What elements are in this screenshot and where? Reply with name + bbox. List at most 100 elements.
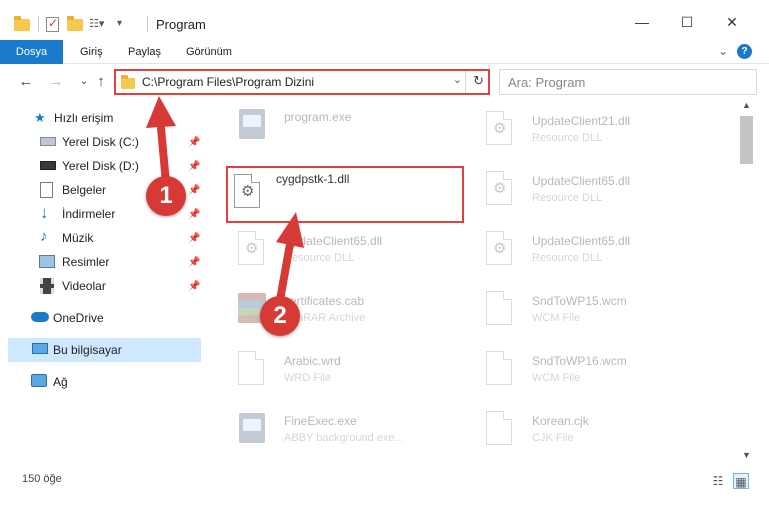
refresh-icon[interactable]: ↻ (473, 73, 484, 89)
sidebar-item-label: Müzik (62, 231, 94, 245)
list-item-arabic-wrd[interactable]: Arabic.wrd WRD File (218, 346, 458, 400)
sidebar-item-label: Ağ (53, 375, 68, 389)
file-name: Korean.cjk (532, 414, 589, 428)
dll-gear-icon: ⚙ (484, 231, 514, 269)
pin-icon[interactable]: 📌 (188, 161, 200, 172)
minimize-button[interactable]: — (634, 14, 650, 30)
list-item-sndtowp15-wcm[interactable]: SndToWP15.wcm WCM File (466, 286, 706, 340)
list-item-program-exe[interactable]: program.exe (218, 102, 458, 156)
sidebar-item-network[interactable]: Ağ (0, 370, 210, 394)
details-view-icon[interactable]: ☷ (710, 473, 726, 489)
drive-icon (40, 137, 56, 146)
address-path[interactable]: C:\Program Files\Program Dizini (142, 75, 314, 89)
file-type: Resource DLL (284, 252, 355, 264)
music-note-icon: ♪ (40, 228, 48, 245)
new-folder-icon[interactable] (67, 16, 83, 32)
up-arrow-icon[interactable]: ↑ (91, 72, 111, 92)
folder-icon (14, 16, 30, 32)
help-icon[interactable]: ? (737, 44, 752, 59)
list-item-updateclient65-dll[interactable]: ⚙ UpdateClient65.dll Resource DLL (466, 166, 706, 220)
sidebar-item-videos[interactable]: Videolar 📌 (0, 274, 210, 298)
file-type: Resource DLL (532, 192, 603, 204)
list-item-certificates-cab[interactable]: certificates.cab WinRAR Archive (218, 286, 458, 340)
file-list: program.exe ⚙ cygdpstk-1.dll ⚙ UpdateCli… (210, 100, 738, 464)
close-button[interactable]: ✕ (724, 14, 740, 30)
list-item-korean-cjk[interactable]: Korean.cjk CJK File (466, 406, 706, 460)
large-icons-view-icon[interactable]: ▦ (733, 473, 749, 489)
scroll-up-icon[interactable]: ▲ (738, 100, 755, 114)
list-item-updateclient65-dll[interactable]: ⚙ UpdateClient65.dll Resource DLL (218, 226, 458, 280)
scrollbar-thumb[interactable] (740, 116, 753, 164)
ribbon-tabs: Dosya Giriş Paylaş Görünüm ⌄ ? (0, 40, 769, 94)
file-name: SndToWP15.wcm (532, 294, 627, 308)
search-box[interactable]: Ara: Program (499, 69, 757, 95)
scroll-down-icon[interactable]: ▼ (738, 450, 755, 464)
pin-icon[interactable]: 📌 (188, 137, 200, 148)
customize-dropdown-icon[interactable]: ▾ (117, 16, 133, 32)
list-item-fineexec-exe[interactable]: FineExec.exe ABBY background exe... (218, 406, 458, 460)
cloud-icon (31, 312, 49, 322)
separator (38, 16, 39, 32)
back-arrow-icon[interactable]: ← (16, 72, 36, 92)
sidebar-item-label: Bu bilgisayar (53, 343, 122, 357)
sidebar-item-this-pc[interactable]: Bu bilgisayar (8, 338, 201, 362)
file-type: WRD File (284, 372, 332, 384)
maximize-button[interactable]: ☐ (679, 14, 695, 30)
list-item-updateclient65-dll[interactable]: ⚙ UpdateClient65.dll Resource DLL (466, 226, 706, 280)
navigation-bar: ← → ⌄ ↑ C:\Program Files\Program Dizini … (0, 64, 769, 100)
vertical-scrollbar[interactable]: ▲ ▼ (738, 100, 755, 464)
pin-icon[interactable]: 📌 (188, 185, 200, 196)
separator (465, 71, 466, 93)
window-title: Program (156, 16, 206, 32)
search-placeholder[interactable]: Ara: Program (508, 75, 585, 90)
drive-icon (40, 161, 56, 170)
file-type: CJK File (532, 432, 574, 444)
sidebar-item-quick-access[interactable]: ★ Hızlı erişim (0, 106, 210, 130)
file-type: ABBY background exe... (284, 432, 404, 444)
tab-home[interactable]: Giriş (68, 40, 115, 64)
film-icon (40, 278, 54, 294)
folder-icon (121, 75, 135, 91)
tab-view[interactable]: Görünüm (174, 40, 244, 64)
view-list-icon[interactable]: ☷▾ (89, 16, 111, 32)
sidebar-item-pictures[interactable]: Resimler 📌 (0, 250, 210, 274)
document-icon (484, 291, 514, 329)
chevron-down-icon[interactable]: ⌄ (453, 73, 462, 86)
pin-icon[interactable]: 📌 (188, 209, 200, 220)
pin-icon[interactable]: 📌 (188, 233, 200, 244)
sidebar-item-label: Yerel Disk (D:) (62, 159, 139, 173)
file-name: UpdateClient65.dll (284, 234, 383, 248)
exe-icon (236, 107, 266, 145)
documents-icon (40, 182, 53, 198)
pin-icon[interactable]: 📌 (188, 257, 200, 268)
sidebar-item-music[interactable]: ♪ Müzik 📌 (0, 226, 210, 250)
step1-badge: 1 (146, 176, 186, 216)
sidebar-item-local-disk-c[interactable]: Yerel Disk (C:) 📌 (0, 130, 210, 154)
ribbon-expand-icon[interactable]: ⌄ (718, 44, 728, 58)
sidebar-item-onedrive[interactable]: OneDrive (0, 306, 210, 330)
sidebar-item-label: Videolar (62, 279, 106, 293)
properties-check-icon[interactable] (45, 16, 61, 32)
file-name: FineExec.exe (284, 414, 357, 428)
list-item-updateclient21-dll[interactable]: ⚙ UpdateClient21.dll Resource DLL (466, 106, 706, 160)
tab-share[interactable]: Paylaş (116, 40, 173, 64)
file-name: SndToWP16.wcm (532, 354, 627, 368)
sidebar-item-label: Yerel Disk (C:) (62, 135, 139, 149)
list-item-sndtowp16-wcm[interactable]: SndToWP16.wcm WCM File (466, 346, 706, 400)
step2-badge: 2 (260, 296, 300, 336)
sidebar-item-local-disk-d[interactable]: Yerel Disk (D:) 📌 (0, 154, 210, 178)
pin-icon[interactable]: 📌 (188, 281, 200, 292)
sidebar-item-label: Resimler (62, 255, 110, 269)
file-name: UpdateClient21.dll (532, 114, 631, 128)
computer-icon (32, 343, 48, 354)
forward-arrow-icon[interactable]: → (46, 72, 66, 92)
title-bar: ☷▾ ▾ Program — ☐ ✕ (0, 0, 769, 38)
pictures-icon (39, 255, 55, 268)
sidebar-item-label: Hızlı erişim (54, 111, 114, 125)
list-item-cygdpstk-dll[interactable]: ⚙ cygdpstk-1.dll (226, 166, 464, 223)
file-name: UpdateClient65.dll (532, 174, 631, 188)
file-name: UpdateClient65.dll (532, 234, 631, 248)
status-bar: 150 öğe ☷ ▦ (0, 464, 769, 505)
sidebar-item-label: OneDrive (53, 311, 104, 325)
address-bar[interactable]: C:\Program Files\Program Dizini ⌄ ↻ (114, 69, 490, 95)
